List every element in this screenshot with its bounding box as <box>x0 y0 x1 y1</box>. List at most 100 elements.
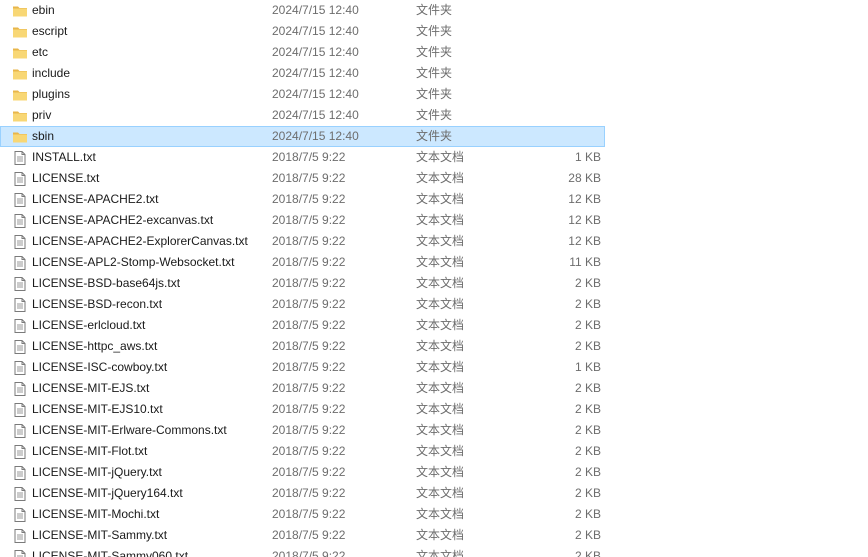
file-row[interactable]: sbin 2024/7/15 12:40 文件夹 <box>0 126 605 147</box>
file-type: 文本文档 <box>416 423 465 437</box>
file-row[interactable]: LICENSE-BSD-base64js.txt 2018/7/5 9:22 文本文… <box>0 273 605 294</box>
file-size: 2 KB <box>574 276 601 290</box>
file-row[interactable]: LICENSE-APL2-Stomp-Websocket.txt 2018/7/5… <box>0 252 605 273</box>
file-name: INSTALL.txt <box>32 150 96 164</box>
file-row[interactable]: LICENSE-MIT-Sammy060.txt 2018/7/5 9:22 文本文… <box>0 546 605 557</box>
file-type: 文本文档 <box>416 318 465 332</box>
file-type: 文件夹 <box>416 108 453 122</box>
file-row[interactable]: LICENSE-httpc_aws.txt 2018/7/5 9:22 文本文档 2 … <box>0 336 605 357</box>
file-type: 文本文档 <box>416 213 465 227</box>
file-row[interactable]: LICENSE-MIT-Sammy.txt 2018/7/5 9:22 文本文档 2 … <box>0 525 605 546</box>
file-row[interactable]: LICENSE-APACHE2-excanvas.txt 2018/7/5 9:2… <box>0 210 605 231</box>
file-size: 2 KB <box>574 339 601 353</box>
file-size: 2 KB <box>574 297 601 311</box>
file-type: 文件夹 <box>416 66 453 80</box>
file-name: LICENSE-MIT-jQuery164.txt <box>32 486 183 500</box>
folder-icon <box>12 108 28 124</box>
file-row[interactable]: LICENSE-ISC-cowboy.txt 2018/7/5 9:22 文本文档 1… <box>0 357 605 378</box>
file-type: 文本文档 <box>416 528 465 542</box>
file-type: 文件夹 <box>416 45 453 59</box>
text-file-icon <box>12 255 28 271</box>
file-type: 文本文档 <box>416 339 465 353</box>
text-file-icon <box>12 444 28 460</box>
file-name: LICENSE-ISC-cowboy.txt <box>32 360 168 374</box>
file-row[interactable]: priv 2024/7/15 12:40 文件夹 <box>0 105 605 126</box>
file-type: 文本文档 <box>416 150 465 164</box>
file-name: LICENSE-MIT-EJS10.txt <box>32 402 163 416</box>
file-date-modified: 2024/7/15 12:40 <box>272 108 359 122</box>
file-row[interactable]: LICENSE-MIT-Erlware-Commons.txt 2018/7/5 … <box>0 420 605 441</box>
file-name: LICENSE-APL2-Stomp-Websocket.txt <box>32 255 235 269</box>
file-date-modified: 2018/7/5 9:22 <box>272 255 346 269</box>
file-row[interactable]: LICENSE-MIT-EJS.txt 2018/7/5 9:22 文本文档 2 KB <box>0 378 605 399</box>
text-file-icon <box>12 381 28 397</box>
file-type: 文本文档 <box>416 171 465 185</box>
file-name: LICENSE-APACHE2-excanvas.txt <box>32 213 214 227</box>
file-date-modified: 2018/7/5 9:22 <box>272 549 346 557</box>
file-date-modified: 2018/7/5 9:22 <box>272 507 346 521</box>
file-date-modified: 2018/7/5 9:22 <box>272 486 346 500</box>
file-size: 2 KB <box>574 528 601 542</box>
file-size: 12 KB <box>568 192 601 206</box>
file-row[interactable]: LICENSE.txt 2018/7/5 9:22 文本文档 28 KB <box>0 168 605 189</box>
file-date-modified: 2018/7/5 9:22 <box>272 465 346 479</box>
file-date-modified: 2024/7/15 12:40 <box>272 129 359 143</box>
file-name: LICENSE.txt <box>32 171 100 185</box>
file-type: 文本文档 <box>416 486 465 500</box>
file-name: LICENSE-MIT-Mochi.txt <box>32 507 160 521</box>
file-row[interactable]: LICENSE-BSD-recon.txt 2018/7/5 9:22 文本文档 2 … <box>0 294 605 315</box>
file-name: priv <box>32 108 52 122</box>
file-type: 文本文档 <box>416 549 465 557</box>
file-size: 2 KB <box>574 486 601 500</box>
file-row[interactable]: LICENSE-APACHE2.txt 2018/7/5 9:22 文本文档 12 K… <box>0 189 605 210</box>
file-row[interactable]: LICENSE-MIT-jQuery164.txt 2018/7/5 9:22 文本… <box>0 483 605 504</box>
file-name: LICENSE-httpc_aws.txt <box>32 339 158 353</box>
file-date-modified: 2018/7/5 9:22 <box>272 381 346 395</box>
text-file-icon <box>12 423 28 439</box>
file-type: 文本文档 <box>416 507 465 521</box>
text-file-icon <box>12 213 28 229</box>
file-row[interactable]: ebin 2024/7/15 12:40 文件夹 <box>0 0 605 21</box>
file-row[interactable]: escript 2024/7/15 12:40 文件夹 <box>0 21 605 42</box>
file-type: 文本文档 <box>416 234 465 248</box>
file-name: LICENSE-APACHE2-ExplorerCanvas.txt <box>32 234 248 248</box>
file-name: etc <box>32 45 49 59</box>
file-date-modified: 2018/7/5 9:22 <box>272 150 346 164</box>
file-size: 2 KB <box>574 507 601 521</box>
folder-icon <box>12 24 28 40</box>
file-row[interactable]: LICENSE-APACHE2-ExplorerCanvas.txt 2018/7… <box>0 231 605 252</box>
folder-icon <box>12 87 28 103</box>
file-row[interactable]: LICENSE-MIT-jQuery.txt 2018/7/5 9:22 文本文档 2… <box>0 462 605 483</box>
file-type: 文本文档 <box>416 360 465 374</box>
file-row[interactable]: LICENSE-MIT-EJS10.txt 2018/7/5 9:22 文本文档 2 … <box>0 399 605 420</box>
file-row[interactable]: include 2024/7/15 12:40 文件夹 <box>0 63 605 84</box>
file-row[interactable]: etc 2024/7/15 12:40 文件夹 <box>0 42 605 63</box>
file-size: 12 KB <box>568 213 601 227</box>
file-row[interactable]: LICENSE-erlcloud.txt 2018/7/5 9:22 文本文档 2 K… <box>0 315 605 336</box>
text-file-icon <box>12 465 28 481</box>
file-type: 文本文档 <box>416 465 465 479</box>
file-row[interactable]: LICENSE-MIT-Flot.txt 2018/7/5 9:22 文本文档 2 K… <box>0 441 605 462</box>
file-name: LICENSE-BSD-recon.txt <box>32 297 163 311</box>
file-row[interactable]: INSTALL.txt 2018/7/5 9:22 文本文档 1 KB <box>0 147 605 168</box>
file-size: 11 KB <box>569 255 601 269</box>
file-name: sbin <box>32 129 55 143</box>
file-type: 文件夹 <box>416 3 453 17</box>
file-row[interactable]: plugins 2024/7/15 12:40 文件夹 <box>0 84 605 105</box>
file-date-modified: 2018/7/5 9:22 <box>272 339 346 353</box>
file-row[interactable]: LICENSE-MIT-Mochi.txt 2018/7/5 9:22 文本文档 2 … <box>0 504 605 525</box>
text-file-icon <box>12 276 28 292</box>
file-date-modified: 2018/7/5 9:22 <box>272 528 346 542</box>
file-type: 文本文档 <box>416 297 465 311</box>
file-date-modified: 2018/7/5 9:22 <box>272 276 346 290</box>
text-file-icon <box>12 360 28 376</box>
file-date-modified: 2018/7/5 9:22 <box>272 360 346 374</box>
file-type: 文本文档 <box>416 381 465 395</box>
file-date-modified: 2024/7/15 12:40 <box>272 3 359 17</box>
text-file-icon <box>12 402 28 418</box>
file-size: 2 KB <box>574 381 601 395</box>
text-file-icon <box>12 339 28 355</box>
file-date-modified: 2018/7/5 9:22 <box>272 423 346 437</box>
file-date-modified: 2024/7/15 12:40 <box>272 24 359 38</box>
file-name: ebin <box>32 3 55 17</box>
